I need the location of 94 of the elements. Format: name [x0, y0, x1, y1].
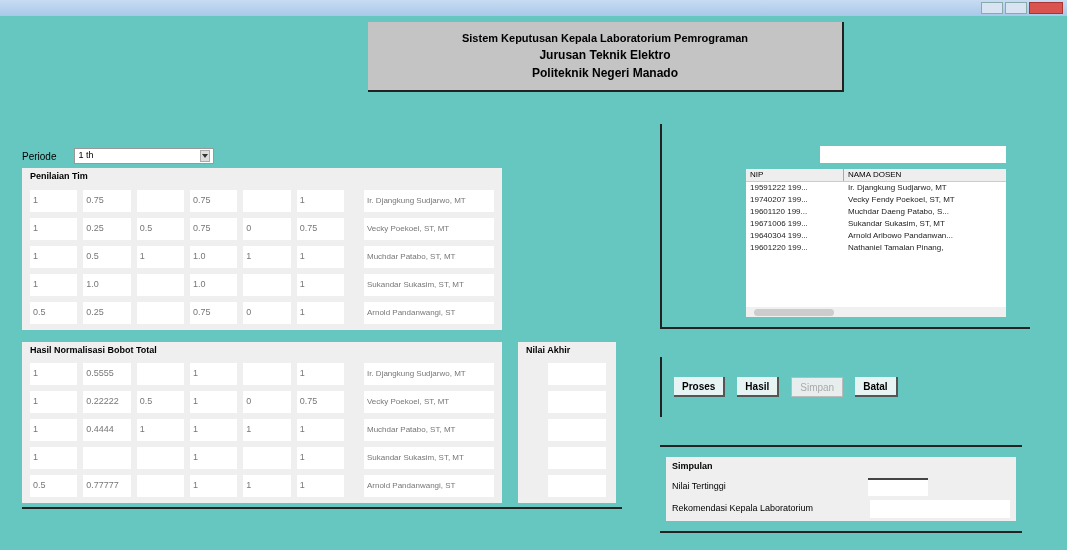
minimize-button[interactable] [981, 2, 1003, 14]
list-cell-text: Vecky Fendy Poekoel, ST, MT [847, 194, 956, 206]
value-field[interactable]: 1 [190, 475, 238, 497]
value-field[interactable]: 1 [190, 419, 238, 441]
field-label: Nilai Tertinggi [672, 479, 726, 493]
list-cell-text: Arnold Aribowo Pandanwan... [847, 230, 954, 242]
value-field[interactable]: 0.75 [190, 217, 238, 240]
value-field[interactable]: 1 [296, 475, 344, 497]
value-field[interactable]: 0.5 [30, 475, 78, 497]
group-title: Nilai Akhir [526, 343, 572, 357]
list-cell-text: Muchdar Daeng Patabo, S... [847, 206, 950, 218]
value-field[interactable]: 1 [296, 301, 344, 324]
list-cell-text: 19601120 199... [749, 206, 809, 218]
name-field[interactable]: Vecky Poekoel, ST, MT [363, 217, 494, 240]
list-cell-text: Nathaniel Tamalan Pinang, [847, 242, 945, 254]
value-field[interactable]: 0.75 [83, 189, 131, 212]
value-field[interactable]: 1 [30, 245, 78, 268]
value-field[interactable]: 1 [190, 447, 238, 469]
list-cell-text: 19591222 199... [749, 182, 809, 194]
name-field[interactable]: Muchdar Patabo, ST, MT [363, 419, 494, 441]
value-field[interactable]: 0.4444 [83, 419, 131, 441]
group-title: Penilaian Tim [30, 170, 89, 183]
value-field[interactable]: 1 [30, 419, 78, 441]
value-field[interactable]: 0 [243, 391, 291, 413]
value-field[interactable]: 0.22222 [83, 391, 131, 413]
header-title: Sistem Keputusan Kepala Laboratorium Pemrograman [461, 30, 749, 46]
value-field[interactable]: 0.5 [83, 245, 131, 268]
value-field[interactable]: 1 [30, 363, 78, 385]
value-field[interactable]: 1 [296, 419, 344, 441]
value-field[interactable]: 0 [243, 301, 291, 324]
value-field[interactable]: 1 [243, 475, 291, 497]
maximize-button[interactable] [1005, 2, 1027, 14]
value-field[interactable]: 0.75 [296, 391, 344, 413]
name-field[interactable]: Sukandar Sukasim, ST, MT [363, 447, 494, 469]
value-field[interactable]: 1.0 [190, 273, 238, 296]
value-field[interactable]: 1 [30, 189, 78, 212]
value-field[interactable]: 1 [136, 419, 184, 441]
value-field[interactable]: 1 [190, 363, 238, 385]
name-field[interactable]: Sukandar Sukasim, ST, MT [363, 273, 494, 296]
search-field[interactable] [820, 146, 1006, 163]
value-field[interactable]: 1.0 [83, 273, 131, 296]
value-field[interactable]: 1 [30, 447, 78, 469]
value-field[interactable]: 1 [296, 273, 344, 296]
value-field[interactable]: 1 [30, 391, 78, 413]
value-field[interactable]: 1.0 [190, 245, 238, 268]
group-title: Simpulan [672, 460, 714, 473]
list-cell-text: 19640304 199... [749, 230, 809, 242]
header-title: Politeknik Negeri Manado [531, 65, 678, 83]
value-field[interactable]: 1 [296, 447, 344, 469]
value-field[interactable]: 0.75 [190, 189, 238, 212]
list-cell-text: 19671006 199... [749, 218, 809, 230]
name-field[interactable]: Arnold Pandanwangi, ST [363, 475, 494, 497]
value-field[interactable]: 1 [296, 189, 344, 212]
value-field[interactable]: 0.25 [83, 301, 131, 324]
group-title: Hasil Normalisasi Bobot Total [30, 343, 158, 357]
action-button[interactable]: Batal [855, 377, 898, 397]
periode-dropdown[interactable]: 1 th [74, 148, 215, 164]
value-field[interactable]: 0.5 [136, 391, 184, 413]
value-field[interactable]: 0.25 [83, 217, 131, 240]
name-field[interactable]: Ir. Djangkung Sudjarwo, MT [363, 189, 494, 212]
lecturer-list[interactable] [746, 169, 1006, 317]
value-field[interactable]: 1 [30, 217, 78, 240]
value-field[interactable]: 0.5 [30, 301, 78, 324]
output-field[interactable] [868, 477, 928, 496]
name-field[interactable]: Vecky Poekoel, ST, MT [363, 391, 494, 413]
value-field[interactable]: 0.5555 [83, 363, 131, 385]
horizontal-scrollbar[interactable] [746, 307, 1006, 317]
value-field[interactable]: 0.75 [296, 217, 344, 240]
list-cell-text: 19601220 199... [749, 242, 809, 254]
list-cell-text: Ir. Djangkung Sudjarwo, MT [847, 182, 948, 194]
close-button[interactable] [1029, 2, 1063, 14]
value-field[interactable]: 0.77777 [83, 475, 131, 497]
name-field[interactable]: Muchdar Patabo, ST, MT [363, 245, 494, 268]
periode-label: Periode [22, 149, 57, 164]
name-field[interactable]: Arnold Pandanwangi, ST [363, 301, 494, 324]
value-field[interactable]: 1 [30, 273, 78, 296]
list-cell-text: Sukandar Sukasim, ST, MT [847, 218, 946, 230]
value-field[interactable]: 1 [243, 245, 291, 268]
header-title: Jurusan Teknik Elektro [539, 47, 671, 65]
value-field[interactable]: 1 [190, 391, 238, 413]
value-field[interactable]: 1 [243, 419, 291, 441]
name-field[interactable]: Ir. Djangkung Sudjarwo, MT [363, 363, 494, 385]
value-field[interactable]: 0.75 [190, 301, 238, 324]
value-field[interactable]: 1 [296, 245, 344, 268]
value-field[interactable]: 0 [243, 217, 291, 240]
column-header[interactable]: NAMA DOSEN [844, 169, 906, 181]
value-field[interactable]: 0.5 [136, 217, 184, 240]
value-field[interactable]: 1 [296, 363, 344, 385]
value-field[interactable]: 1 [136, 245, 184, 268]
action-button[interactable]: Proses [674, 377, 726, 397]
field-label: Rekomendasi Kepala Laboratorium [672, 501, 814, 515]
column-header[interactable]: NIP [746, 169, 844, 181]
action-button[interactable]: Hasil [737, 377, 780, 397]
list-cell-text: 19740207 199... [749, 194, 809, 206]
